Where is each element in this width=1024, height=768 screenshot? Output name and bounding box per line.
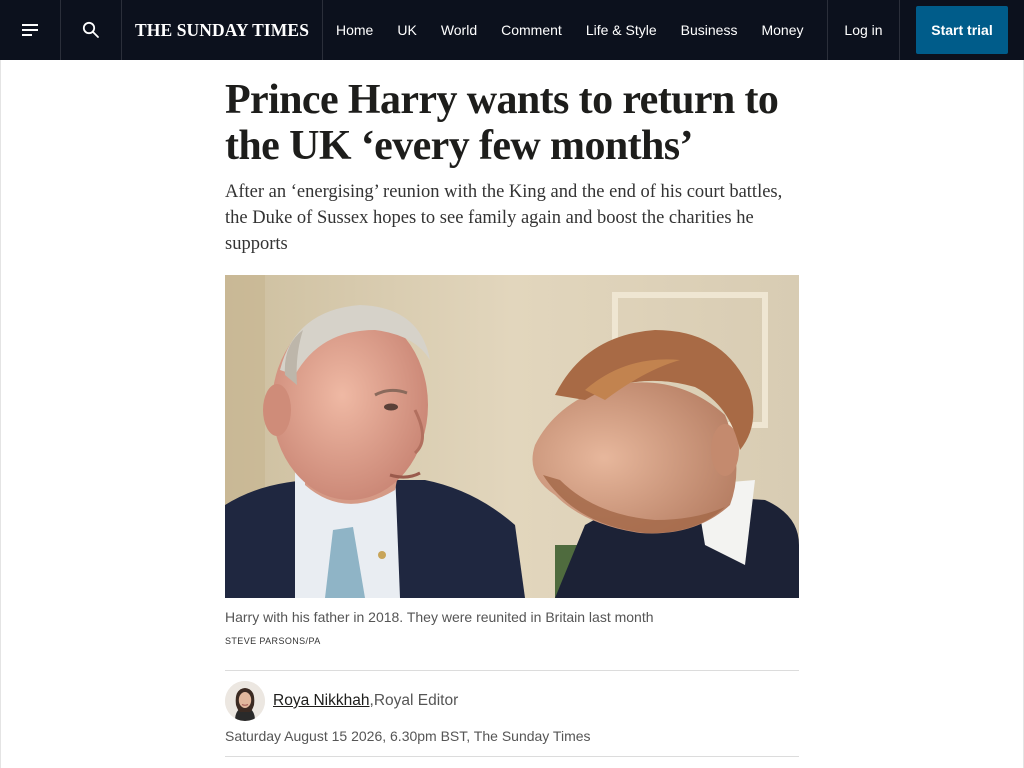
- divider: [225, 756, 799, 757]
- nav-item-uk[interactable]: UK: [385, 0, 428, 60]
- login-link[interactable]: Log in: [827, 0, 900, 60]
- article-standfirst: After an ‘energising’ reunion with the K…: [225, 182, 783, 254]
- search-icon: [82, 21, 99, 38]
- trial-container: Start trial: [900, 0, 1024, 60]
- nav-item-life-style[interactable]: Life & Style: [574, 0, 669, 60]
- nav-item-world[interactable]: World: [429, 0, 489, 60]
- article: Prince Harry wants to return to the UK ‘…: [225, 60, 799, 757]
- author-role: Royal Editor: [373, 692, 459, 709]
- hero-photo[interactable]: [225, 275, 799, 598]
- site-logo[interactable]: THE SUNDAY TIMES: [122, 0, 323, 60]
- page-frame-left: [0, 60, 1, 768]
- article-dateline: Saturday August 15 2026, 6.30pm BST, The…: [225, 728, 591, 744]
- hero-photo-illustration: [225, 275, 799, 598]
- byline: Roya Nikkhah, Royal Editor: [225, 681, 458, 721]
- nav-item-comment[interactable]: Comment: [489, 0, 574, 60]
- site-header: THE SUNDAY TIMES Home UK World Comment L…: [0, 0, 1024, 60]
- author-name-link[interactable]: Roya Nikkhah: [273, 692, 370, 710]
- author-avatar[interactable]: [225, 681, 265, 721]
- nav-item-business[interactable]: Business: [669, 0, 750, 60]
- image-credit: STEVE PARSONS/PA: [225, 636, 321, 646]
- image-caption: Harry with his father in 2018. They were…: [225, 609, 654, 625]
- nav-item-home[interactable]: Home: [324, 0, 385, 60]
- search-button[interactable]: [61, 0, 122, 60]
- article-headline: Prince Harry wants to return to the UK ‘…: [225, 77, 779, 169]
- start-trial-button[interactable]: Start trial: [916, 6, 1008, 54]
- divider: [225, 670, 799, 671]
- author-photo-icon: [225, 681, 265, 721]
- primary-nav: Home UK World Comment Life & Style Busin…: [323, 0, 827, 60]
- hamburger-menu-icon: [22, 24, 38, 36]
- menu-button[interactable]: [0, 0, 61, 60]
- nav-item-money[interactable]: Money: [749, 0, 815, 60]
